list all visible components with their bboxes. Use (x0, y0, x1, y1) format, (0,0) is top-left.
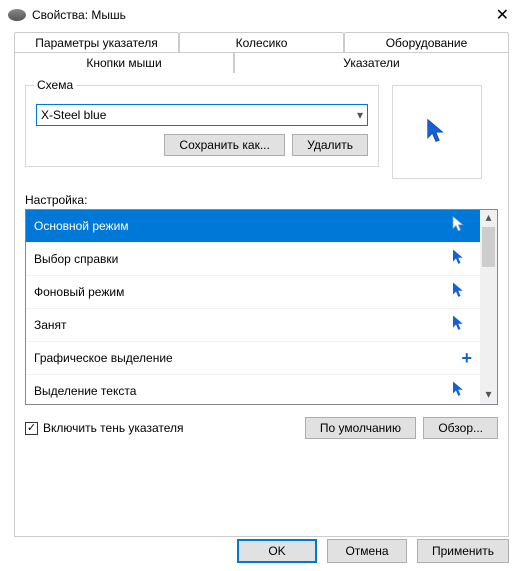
window-title: Свойства: Мышь (32, 8, 490, 22)
dialog-footer: OK Отмена Применить (233, 539, 509, 563)
pointer-shadow-checkbox[interactable]: ✓ (25, 422, 38, 435)
scrollbar[interactable]: ▴ ▾ (480, 210, 497, 404)
tab-content: Схема X-Steel blue ▾ Сохранить как... Уд… (14, 72, 509, 537)
close-icon[interactable]: ✕ (490, 5, 515, 25)
cursor-arrow-icon (450, 314, 468, 337)
cursor-arrow-icon (423, 117, 451, 148)
defaults-button[interactable]: По умолчанию (305, 417, 416, 439)
scroll-thumb[interactable] (482, 227, 495, 267)
chevron-down-icon: ▾ (357, 108, 363, 122)
cursor-arrow-icon (450, 380, 468, 403)
scroll-up-icon[interactable]: ▴ (480, 210, 497, 227)
mouse-icon (8, 9, 26, 21)
scheme-selected: X-Steel blue (41, 108, 357, 122)
titlebar: Свойства: Мышь ✕ (0, 0, 523, 30)
pointer-list: Основной режим Выбор справки Фоновый реж… (25, 209, 498, 405)
apply-button[interactable]: Применить (417, 539, 509, 563)
cursor-preview (392, 85, 482, 179)
tab-pointers[interactable]: Указатели (234, 52, 509, 73)
tab-pointer-options[interactable]: Параметры указателя (14, 32, 179, 53)
pointer-shadow-label: Включить тень указателя (43, 421, 184, 435)
list-item[interactable]: Основной режим (26, 210, 480, 243)
list-item[interactable]: Выделение текста (26, 375, 480, 404)
tab-wheel[interactable]: Колесико (179, 32, 344, 53)
customize-label: Настройка: (25, 193, 498, 207)
cursor-arrow-icon (450, 281, 468, 304)
list-item[interactable]: Графическое выделение + (26, 342, 480, 375)
list-item[interactable]: Выбор справки (26, 243, 480, 276)
check-icon: ✓ (27, 423, 36, 434)
scroll-down-icon[interactable]: ▾ (480, 387, 497, 404)
scheme-dropdown[interactable]: X-Steel blue ▾ (36, 104, 368, 126)
list-item[interactable]: Фоновый режим (26, 276, 480, 309)
precision-icon: + (461, 348, 472, 369)
list-item[interactable]: Занят (26, 309, 480, 342)
cursor-arrow-icon (450, 248, 468, 271)
cancel-button[interactable]: Отмена (327, 539, 407, 563)
tab-buttons[interactable]: Кнопки мыши (14, 52, 234, 73)
ok-button[interactable]: OK (237, 539, 317, 563)
cursor-arrow-icon (450, 215, 468, 238)
scheme-label: Схема (34, 78, 76, 92)
save-as-button[interactable]: Сохранить как... (164, 134, 284, 156)
scheme-group: Схема X-Steel blue ▾ Сохранить как... Уд… (25, 85, 379, 167)
delete-button[interactable]: Удалить (292, 134, 368, 156)
browse-button[interactable]: Обзор... (423, 417, 498, 439)
tabs: Параметры указателя Колесико Оборудовани… (0, 30, 523, 73)
tab-hardware[interactable]: Оборудование (344, 32, 509, 53)
